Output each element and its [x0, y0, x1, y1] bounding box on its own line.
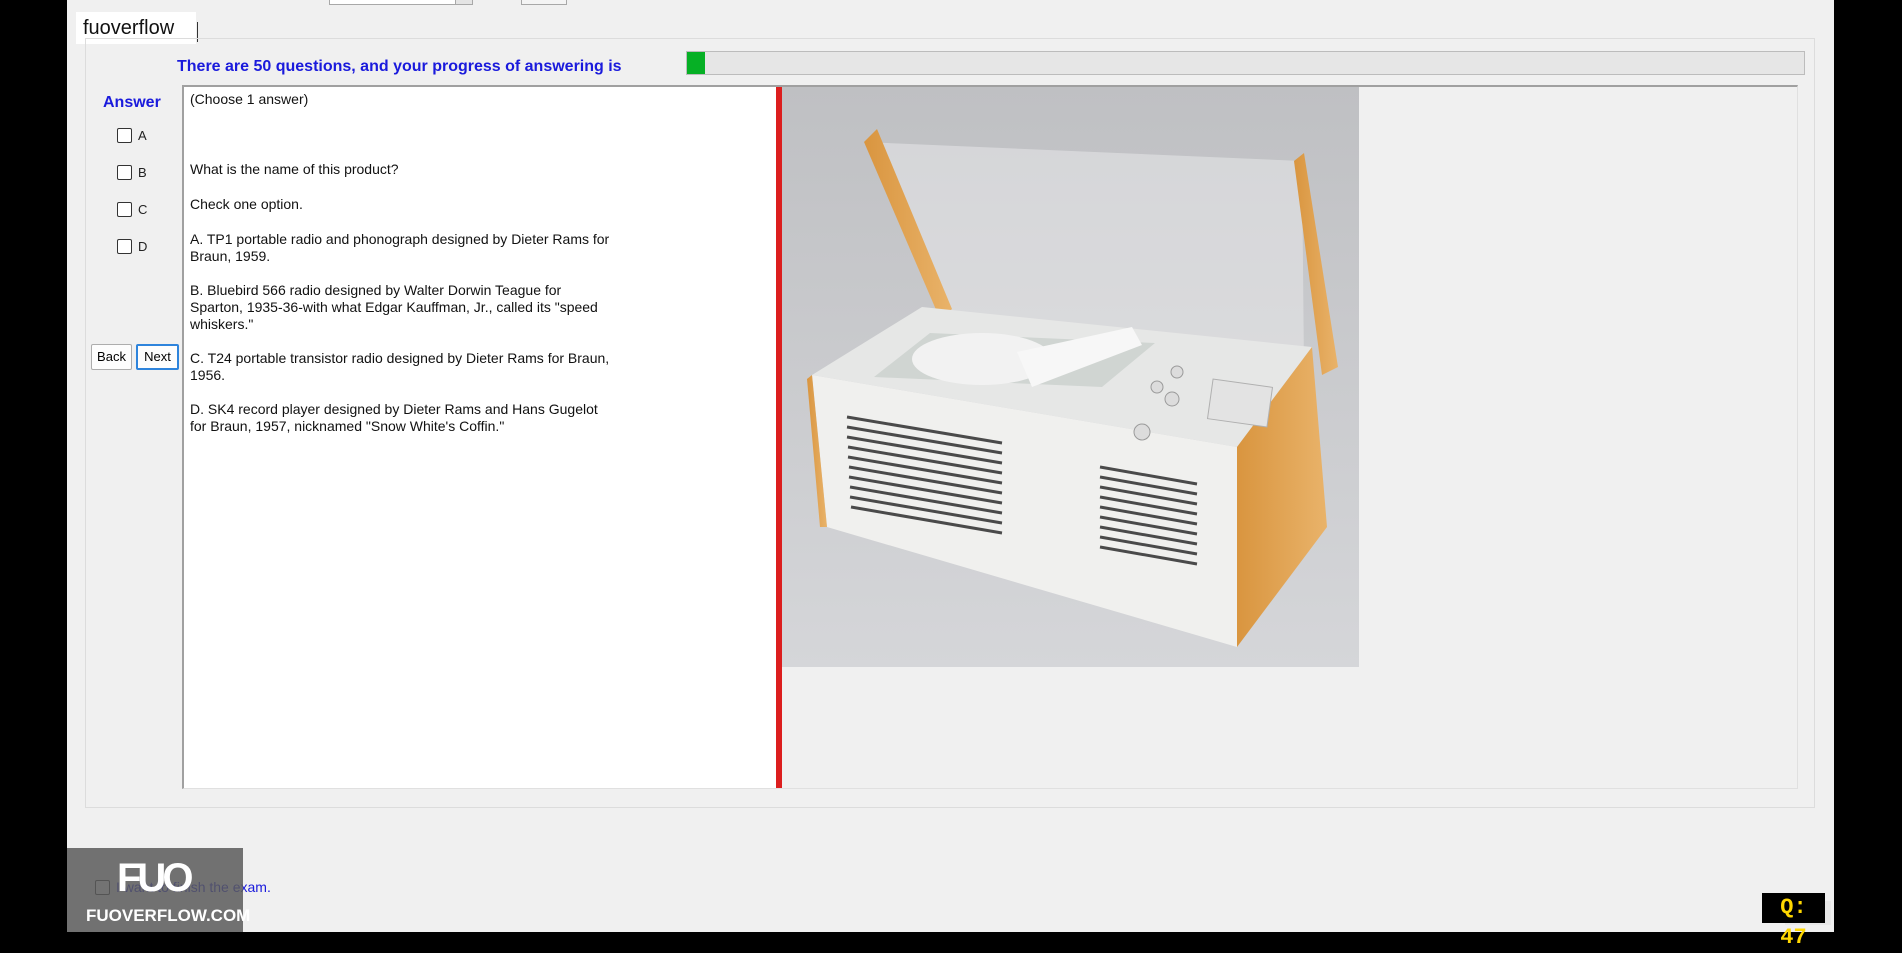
progress-label: There are 50 questions, and your progres…	[177, 58, 622, 75]
exam-window: fuoverflow There are 50 questions, and y…	[67, 0, 1834, 932]
answer-option-a[interactable]: A	[117, 128, 147, 143]
top-dropdown[interactable]	[329, 0, 473, 5]
question-prompt: What is the name of this product?	[190, 161, 399, 177]
option-label-a: A	[138, 128, 147, 143]
watermark-mark: FUO	[117, 856, 193, 900]
choice-d: D. SK4 record player designed by Dieter …	[190, 401, 598, 434]
answer-option-c[interactable]: C	[117, 202, 147, 217]
option-label-d: D	[138, 239, 148, 254]
choice-b: B. Bluebird 566 radio designed by Walter…	[190, 282, 598, 332]
next-button[interactable]: Next	[136, 344, 179, 370]
choice-a: A. TP1 portable radio and phonograph des…	[190, 231, 610, 264]
option-label-b: B	[138, 165, 147, 180]
option-label-c: C	[138, 202, 148, 217]
progress-bar-fill	[687, 52, 705, 74]
question-text: (Choose 1 answer) What is the name of th…	[190, 91, 610, 435]
answer-option-b[interactable]: B	[117, 165, 147, 180]
dropdown-arrow-icon[interactable]	[455, 0, 472, 4]
progress-bar	[686, 51, 1805, 75]
checkbox-b[interactable]	[117, 165, 132, 180]
checkbox-a[interactable]	[117, 128, 132, 143]
image-panel	[782, 87, 1797, 788]
checkbox-c[interactable]	[117, 202, 132, 217]
product-photo	[782, 87, 1359, 667]
question-hint: Check one option.	[190, 196, 303, 212]
checkbox-d[interactable]	[117, 239, 132, 254]
answer-option-d[interactable]: D	[117, 239, 147, 254]
question-box: (Choose 1 answer) What is the name of th…	[182, 85, 1798, 789]
choice-c: C. T24 portable transistor radio designe…	[190, 350, 610, 383]
watermark-logo: FUO FUOVERFLOW.COM	[67, 848, 250, 932]
answer-title: Answer	[103, 94, 161, 111]
watermark-site: FUOVERFLOW.COM	[86, 906, 251, 925]
top-field[interactable]	[521, 0, 567, 5]
back-button[interactable]: Back	[91, 344, 132, 370]
question-instruction: (Choose 1 answer)	[190, 91, 309, 107]
question-counter: Q: 47	[1762, 893, 1825, 950]
